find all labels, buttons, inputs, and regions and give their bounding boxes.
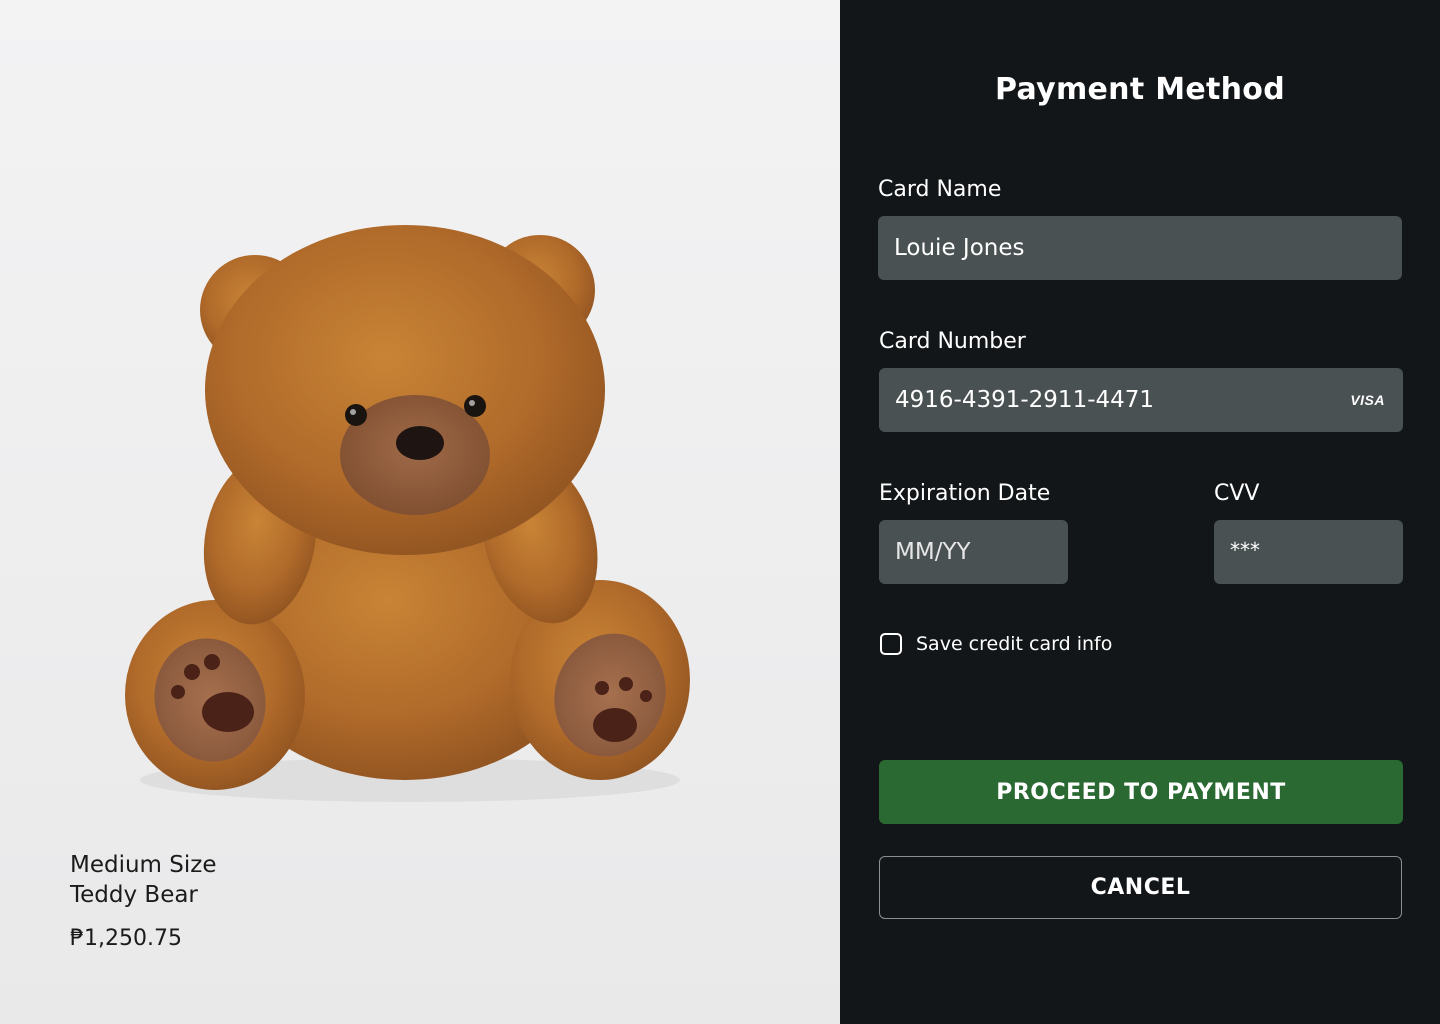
save-card-row[interactable]: Save credit card info	[880, 633, 1112, 655]
expiration-label: Expiration Date	[879, 481, 1051, 506]
card-name-label: Card Name	[878, 177, 1002, 202]
card-name-value: Louie Jones	[894, 235, 1025, 261]
product-panel: Medium Size Teddy Bear ₱1,250.75	[0, 0, 840, 1024]
card-number-input[interactable]: 4916-4391-2911-4471 VISA	[879, 368, 1403, 432]
product-name-line2: Teddy Bear	[70, 882, 198, 908]
save-card-label[interactable]: Save credit card info	[916, 633, 1112, 655]
visa-icon: VISA	[1350, 392, 1385, 408]
card-number-value: 4916-4391-2911-4471	[895, 387, 1155, 413]
product-price: ₱1,250.75	[70, 926, 182, 951]
save-card-checkbox[interactable]	[880, 633, 902, 655]
cvv-label: CVV	[1214, 481, 1260, 506]
cvv-input[interactable]: ***	[1214, 520, 1403, 584]
cvv-value: ***	[1230, 538, 1260, 562]
product-name-line1: Medium Size	[70, 852, 217, 878]
page-title: Payment Method	[995, 72, 1285, 107]
cancel-button[interactable]: CANCEL	[879, 856, 1402, 919]
card-number-label: Card Number	[879, 329, 1026, 354]
product-name: Medium Size Teddy Bear	[70, 850, 470, 910]
expiration-placeholder: MM/YY	[895, 539, 971, 565]
card-name-input[interactable]: Louie Jones	[878, 216, 1402, 280]
teddy-bear-image	[120, 200, 720, 820]
expiration-input[interactable]: MM/YY	[879, 520, 1068, 584]
proceed-to-payment-button[interactable]: PROCEED TO PAYMENT	[879, 760, 1403, 824]
payment-panel: Payment Method Card Name Louie Jones Car…	[840, 0, 1440, 1024]
